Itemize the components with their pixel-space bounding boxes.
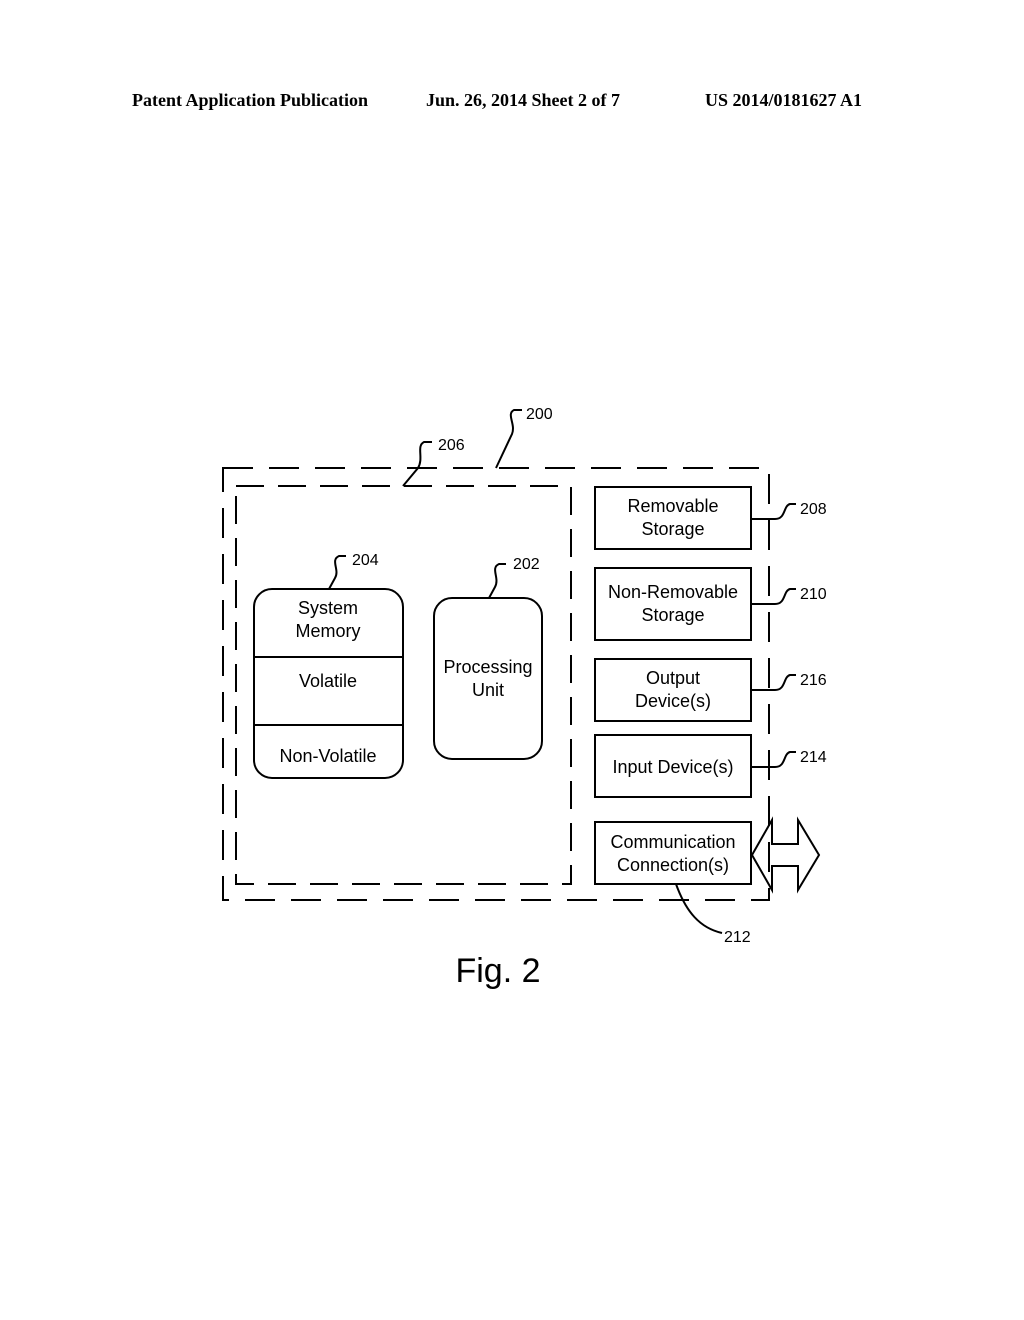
output-devices-label-line1: Output — [646, 668, 700, 688]
ref-206: 206 — [438, 437, 465, 454]
non-volatile-label: Non-Volatile — [279, 746, 376, 766]
ref-202: 202 — [513, 556, 540, 573]
leader-212 — [675, 883, 723, 934]
leader-210 — [774, 588, 796, 605]
communication-label-line1: Communication — [610, 832, 735, 852]
system-memory-label-line1: System — [298, 598, 358, 618]
ref-210: 210 — [800, 586, 827, 603]
ref-214: 214 — [800, 749, 827, 766]
removable-storage-label-line1: Removable — [627, 496, 718, 516]
processing-unit-label-line1: Processing — [443, 657, 532, 677]
processing-unit-label-line2: Unit — [472, 680, 504, 700]
processing-unit-box — [433, 597, 543, 760]
removable-storage-label-line2: Storage — [641, 519, 704, 539]
ref-216: 216 — [800, 672, 827, 689]
bidirectional-arrow-icon — [750, 816, 821, 894]
ref-204: 204 — [352, 552, 379, 569]
ref-200: 200 — [526, 406, 553, 423]
non-removable-storage-label-line1: Non-Removable — [608, 582, 738, 602]
ref-208: 208 — [800, 501, 827, 518]
leader-202 — [488, 563, 506, 599]
volatile-label: Volatile — [299, 671, 357, 691]
leader-208 — [774, 503, 796, 520]
leader-206 — [402, 441, 432, 487]
output-devices-label-line2: Device(s) — [635, 691, 711, 711]
communication-label-line2: Connection(s) — [617, 855, 729, 875]
non-removable-storage-box — [594, 567, 752, 641]
ref-212: 212 — [724, 929, 751, 946]
leader-216 — [774, 674, 796, 691]
leader-204 — [328, 555, 346, 590]
leader-200 — [495, 409, 522, 469]
input-devices-label: Input Device(s) — [612, 757, 733, 777]
system-memory-label-line2: Memory — [295, 621, 360, 641]
leader-214 — [774, 751, 796, 768]
figure-2-diagram: 200 206 204 202 208 210 216 214 212 Syst… — [222, 406, 827, 990]
figure-caption: Fig. 2 — [455, 952, 540, 990]
non-removable-storage-label-line2: Storage — [641, 605, 704, 625]
